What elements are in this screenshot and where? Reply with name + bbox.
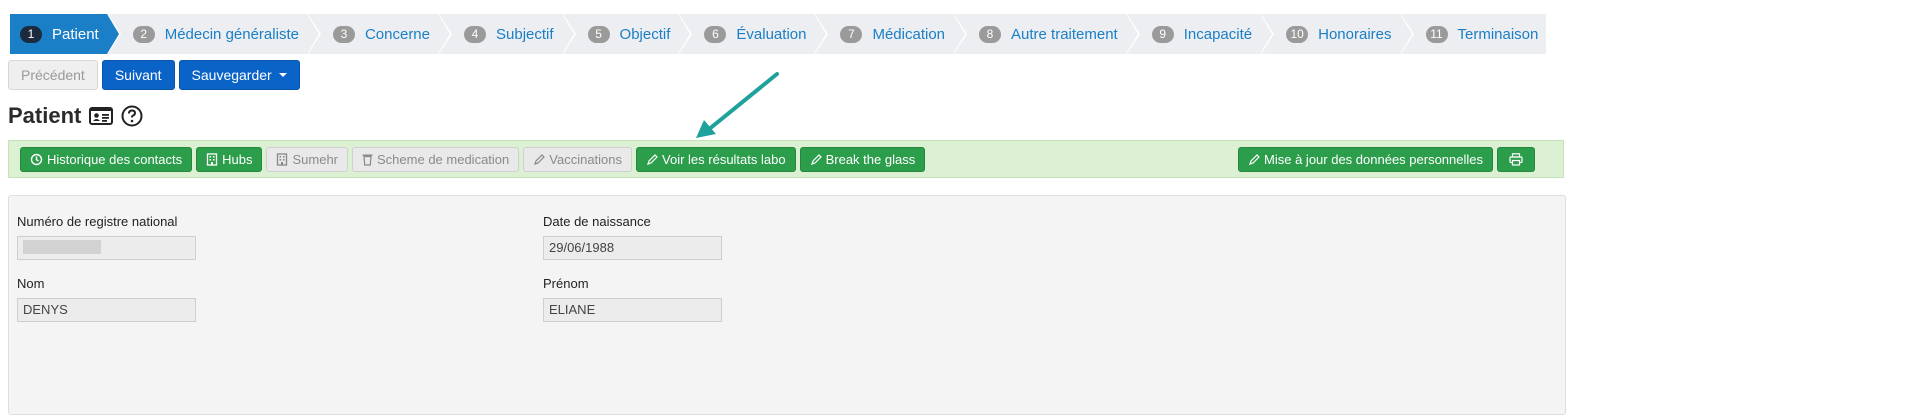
last-name-input[interactable]: DENYS [17, 298, 196, 322]
step-autre-traitement[interactable]: 8 Autre traitement [953, 14, 1140, 54]
break-glass-button[interactable]: Break the glass [799, 147, 926, 172]
wizard-buttons: Précédent Suivant Sauvegarder [8, 60, 300, 90]
step-number: 2 [132, 25, 155, 43]
first-name-field-group: Prénom ELIANE [543, 276, 722, 322]
vaccinations-button[interactable]: Vaccinations [523, 147, 633, 172]
break-glass-label: Break the glass [825, 152, 916, 167]
step-number: 9 [1151, 25, 1174, 43]
step-label: Évaluation [736, 25, 807, 43]
patient-toolbar: Historique des contacts Hubs Sumehr Sche… [8, 140, 1564, 178]
hubs-button[interactable]: Hubs [196, 147, 263, 172]
step-label: Incapacité [1183, 25, 1253, 43]
redacted-value [23, 240, 101, 254]
medication-scheme-label: Scheme de medication [377, 152, 510, 167]
step-honoraires[interactable]: 10 Honoraires [1260, 14, 1414, 54]
page-title-text: Patient [8, 103, 82, 128]
lab-results-button[interactable]: Voir les résultats labo [636, 147, 796, 172]
pencil-icon [1248, 153, 1260, 166]
birth-date-field-group: Date de naissance 29/06/1988 [543, 214, 722, 260]
step-number: 1 [20, 25, 42, 43]
vaccinations-label: Vaccinations [549, 152, 623, 167]
pencil-icon [810, 153, 822, 166]
last-name-label: Nom [17, 276, 45, 291]
step-number: 5 [587, 25, 610, 43]
step-subjectif[interactable]: 4 Subjectif [438, 14, 576, 54]
sumehr-button[interactable]: Sumehr [266, 147, 349, 172]
birth-date-input[interactable]: 29/06/1988 [543, 236, 722, 260]
first-name-input[interactable]: ELIANE [543, 298, 722, 322]
step-medication[interactable]: 7 Médication [814, 14, 967, 54]
previous-button[interactable]: Précédent [8, 60, 98, 90]
step-label: Objectif [619, 25, 671, 43]
step-concerne[interactable]: 3 Concerne [307, 14, 453, 54]
contact-history-label: Historique des contacts [47, 152, 183, 167]
step-label: Patient [52, 25, 99, 43]
page-title: Patient [8, 102, 143, 130]
step-incapacite[interactable]: 9 Incapacité [1126, 14, 1275, 54]
history-icon [30, 153, 43, 166]
pencil-icon [533, 153, 546, 166]
step-label: Subjectif [496, 25, 554, 43]
step-number: 7 [840, 25, 863, 43]
step-label: Honoraires [1318, 25, 1392, 43]
step-label: Médication [872, 25, 946, 43]
national-id-label: Numéro de registre national [17, 214, 178, 229]
step-label: Concerne [364, 25, 430, 43]
wizard-steps: 1 Patient 2 Médecin généraliste 3 Concerne … [10, 14, 1547, 54]
annotation-arrow [696, 72, 779, 138]
update-personal-data-label: Mise à jour des données personnelles [1264, 152, 1483, 167]
building-icon [276, 153, 288, 166]
caret-down-icon [278, 73, 287, 77]
step-evaluation[interactable]: 6 Évaluation [678, 14, 829, 54]
trash-icon [362, 153, 373, 166]
national-id-input[interactable] [17, 236, 196, 260]
id-card-icon [89, 106, 114, 126]
step-number: 3 [332, 25, 355, 43]
step-label: Médecin généraliste [164, 25, 299, 43]
next-button[interactable]: Suivant [101, 60, 175, 90]
step-number: 6 [704, 25, 727, 43]
contact-history-button[interactable]: Historique des contacts [20, 147, 193, 172]
print-button[interactable] [1497, 147, 1535, 172]
step-number: 11 [1425, 25, 1448, 43]
birth-date-label: Date de naissance [543, 214, 651, 229]
first-name-label: Prénom [543, 276, 589, 291]
building-icon [206, 153, 218, 166]
print-icon [1509, 153, 1523, 166]
last-name-field-group: Nom DENYS [17, 276, 196, 322]
step-number: 10 [1286, 25, 1309, 43]
sumehr-label: Sumehr [292, 152, 339, 167]
pencil-icon [646, 153, 658, 166]
save-label: Sauvegarder [191, 67, 272, 83]
step-number: 4 [464, 25, 486, 43]
lab-results-label: Voir les résultats labo [662, 152, 786, 167]
medication-scheme-button[interactable]: Scheme de medication [352, 147, 520, 172]
step-patient[interactable]: 1 Patient [10, 14, 121, 54]
step-medecin-generaliste[interactable]: 2 Médecin généraliste [107, 14, 322, 54]
step-objectif[interactable]: 5 Objectif [562, 14, 693, 54]
update-personal-data-button[interactable]: Mise à jour des données personnelles [1238, 147, 1493, 172]
step-label: Autre traitement [1011, 25, 1118, 43]
step-number: 8 [979, 25, 1002, 43]
step-label: Terminaison [1457, 25, 1539, 43]
help-icon[interactable] [121, 105, 143, 127]
patient-form: Numéro de registre national Date de nais… [8, 195, 1566, 415]
national-id-field-group: Numéro de registre national [17, 214, 196, 260]
save-dropdown-button[interactable]: Sauvegarder [178, 60, 300, 90]
step-terminaison[interactable]: 11 Terminaison [1400, 14, 1547, 54]
hubs-label: Hubs [222, 152, 253, 167]
